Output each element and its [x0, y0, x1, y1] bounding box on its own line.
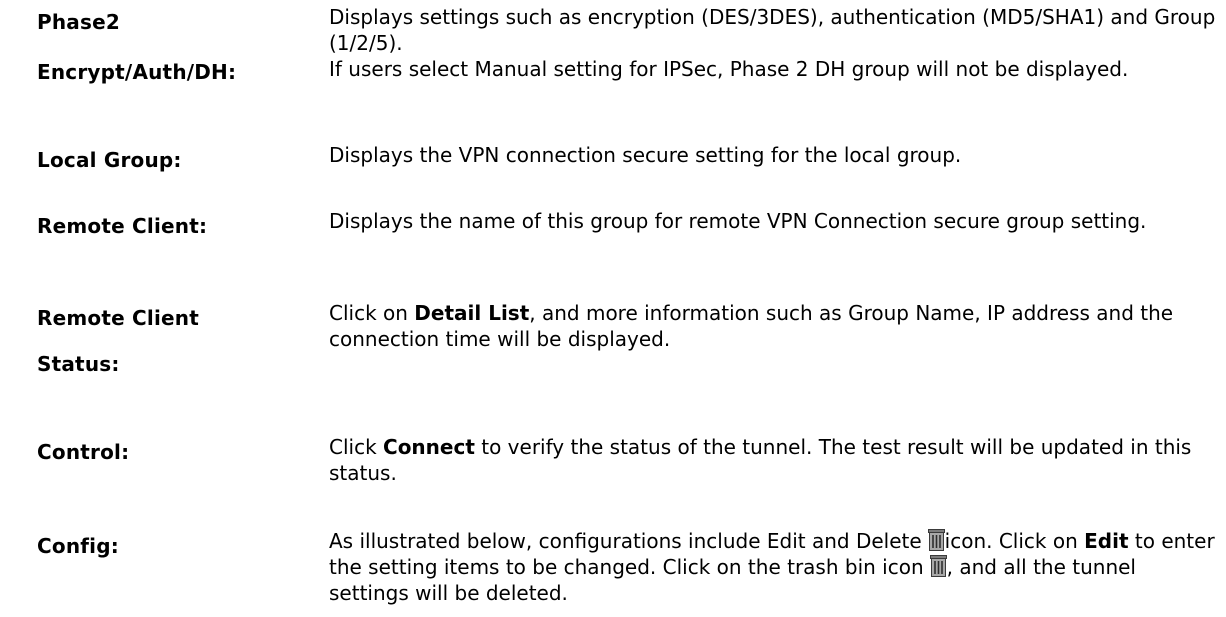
term-phase2-line2: Encrypt/Auth/DH:	[37, 60, 237, 84]
def-config-part1: As illustrated below, configurations inc…	[329, 529, 922, 553]
def-remote-client-status-pre: Click on	[329, 301, 415, 325]
term-remote-client-status-line1: Remote Client	[37, 306, 199, 330]
term-remote-client-status: Remote Client Status:	[37, 306, 277, 376]
def-local-group: Displays the VPN connection secure setti…	[329, 143, 962, 167]
edit-term: Edit	[1084, 529, 1129, 553]
def-config: As illustrated below, configurations inc…	[329, 528, 1219, 606]
def-control: Click Connect to verify the status of th…	[329, 434, 1219, 486]
def-control-pre: Click	[329, 435, 384, 459]
term-remote-client: Remote Client:	[37, 214, 208, 238]
detail-list-term: Detail List	[414, 301, 530, 325]
def-phase2: Displays settings such as encryption (DE…	[329, 4, 1219, 82]
connect-term: Connect	[383, 435, 475, 459]
term-control: Control:	[37, 440, 130, 464]
term-remote-client-status-line2: Status:	[37, 352, 120, 376]
term-local-group: Local Group:	[37, 148, 182, 172]
trash-icon	[927, 529, 945, 551]
def-phase2-line2: If users select Manual setting for IPSec…	[329, 57, 1129, 81]
term-phase2: Phase2 Encrypt/Auth/DH:	[37, 10, 277, 84]
trash-bin-icon	[929, 555, 947, 577]
def-remote-client: Displays the name of this group for remo…	[329, 209, 1147, 233]
def-remote-client-status: Click on Detail List, and more informati…	[329, 300, 1219, 352]
manual-page: Phase2 Encrypt/Auth/DH: Displays setting…	[0, 0, 1226, 617]
term-phase2-line1: Phase2	[37, 10, 120, 34]
def-phase2-line1: Displays settings such as encryption (DE…	[329, 5, 1216, 55]
term-config: Config:	[37, 534, 119, 558]
def-config-part2: icon. Click on	[944, 529, 1085, 553]
